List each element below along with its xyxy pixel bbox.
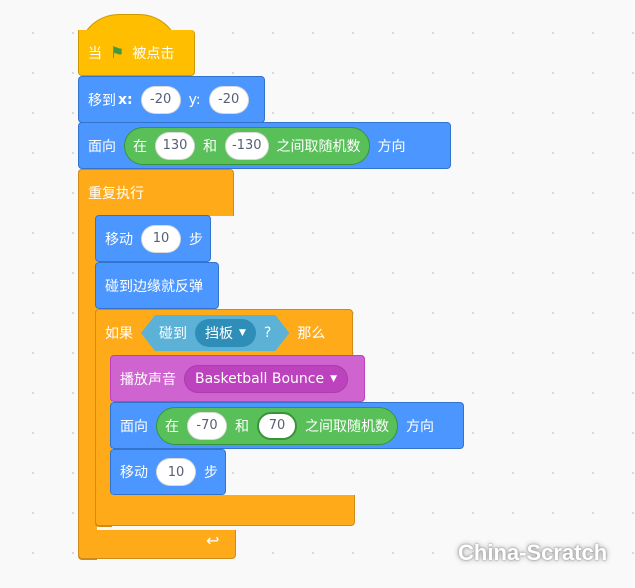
op-in-label: 在	[133, 138, 147, 155]
sound-value: Basketball Bounce	[195, 370, 325, 387]
direction-label: 方向	[377, 138, 406, 155]
if-bottom	[95, 495, 355, 526]
op-and-label: 和	[235, 418, 249, 435]
move-steps-block-2[interactable]: 移动 10 步	[110, 449, 226, 495]
point-label: 面向	[120, 418, 148, 435]
random-to-input[interactable]: -130	[225, 131, 269, 160]
steps-label: 步	[204, 465, 218, 481]
if-block[interactable]: 如果 碰到 挡板 ▼ ? 那么	[95, 309, 353, 356]
question-mark: ?	[263, 325, 272, 341]
random-from-input[interactable]: 130	[155, 131, 195, 160]
if-label: 如果	[105, 326, 133, 342]
move-label: 移动	[120, 465, 148, 481]
watermark: China-Scratch	[458, 540, 608, 565]
point-label: 面向	[88, 138, 116, 155]
move-steps-block[interactable]: 移动 10 步	[95, 215, 211, 262]
random-from-input[interactable]: -70	[187, 411, 227, 440]
play-sound-label: 播放声音	[120, 371, 176, 388]
op-in-label: 在	[165, 418, 179, 435]
random-operator[interactable]: 在 -70 和 70 之间取随机数	[156, 406, 398, 445]
point-direction-block[interactable]: 面向 在 130 和 -130 之间取随机数 方向	[78, 122, 451, 169]
y-input[interactable]: -20	[208, 85, 249, 114]
op-and-label: 和	[203, 138, 217, 155]
clicked-label: 被点击	[132, 45, 175, 62]
op-tail-label: 之间取随机数	[276, 138, 361, 155]
random-operator[interactable]: 在 130 和 -130 之间取随机数	[124, 126, 370, 165]
sound-dropdown[interactable]: Basketball Bounce ▼	[184, 364, 349, 393]
green-flag-icon: ⚑	[110, 43, 125, 62]
op-tail-label: 之间取随机数	[305, 418, 389, 435]
touching-label: 碰到	[159, 326, 187, 342]
bounce-on-edge-block[interactable]: 碰到边缘就反弹	[95, 262, 219, 309]
direction-label: 方向	[406, 418, 434, 435]
y-label: y:	[188, 91, 201, 108]
x-label: x:	[118, 91, 133, 108]
move-label: 移动	[105, 231, 133, 248]
touching-condition[interactable]: 碰到 挡板 ▼ ?	[141, 315, 289, 351]
chevron-down-icon: ▼	[330, 373, 338, 384]
chevron-down-icon: ▼	[239, 328, 246, 338]
forever-label: 重复执行	[88, 186, 144, 202]
steps-input[interactable]: 10	[156, 458, 196, 486]
then-label: 那么	[297, 326, 326, 342]
steps-label: 步	[189, 231, 203, 248]
bounce-label: 碰到边缘就反弹	[105, 278, 203, 295]
x-input[interactable]: -20	[140, 85, 181, 114]
touching-target-value: 挡板	[205, 326, 233, 342]
goto-xy-block[interactable]: 移到 x: -20 y: -20	[78, 76, 265, 123]
when-label: 当	[88, 45, 102, 62]
when-flag-clicked-block[interactable]: 当 ⚑ 被点击	[78, 30, 195, 76]
forever-block[interactable]: 重复执行	[78, 169, 234, 216]
steps-input[interactable]: 10	[141, 224, 181, 253]
goto-label: 移到	[88, 92, 116, 109]
touching-target-dropdown[interactable]: 挡板 ▼	[195, 319, 256, 347]
loop-arrow-icon: ↩	[206, 531, 220, 550]
random-to-input[interactable]: 70	[257, 411, 297, 440]
play-sound-block[interactable]: 播放声音 Basketball Bounce ▼	[110, 355, 365, 402]
point-direction-block-2[interactable]: 面向 在 -70 和 70 之间取随机数 方向	[110, 402, 464, 449]
